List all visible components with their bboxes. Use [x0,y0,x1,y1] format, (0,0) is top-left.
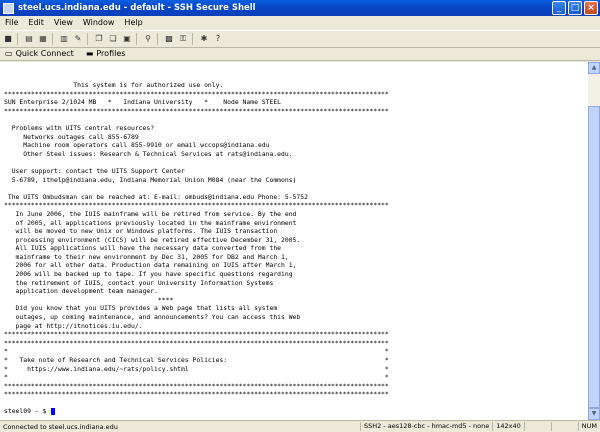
terminal-line: * https://www.indiana.edu/~rats/policy.s… [4,364,389,373]
terminal-line: will be moved to new Unix or Windows pla… [4,227,278,236]
terminal-line: This system is for authorized use only. [4,81,224,89]
help-icon[interactable]: ? [212,33,224,45]
terminal-line: 5-6789, ithelp@indiana.edu, Indiana Memo… [4,175,297,184]
terminal-line: Problems with UITS central resources? [4,123,155,132]
terminal-prompt: steel09 - $ [4,407,51,415]
status-empty-cell [523,422,551,431]
terminal-line: SUN Enterprise 2/1024 MB * Indiana Unive… [4,98,282,107]
print-preview-icon[interactable]: ▦ [37,33,49,45]
terminal-line: processing environment (CICS) will be re… [4,235,301,244]
toolbar-separator [52,33,53,45]
terminal-line: 2006 for all other data. Production data… [4,261,297,270]
toolbar-separator [87,33,88,45]
terminal-line: Other Steel issues: Research & Technical… [4,149,293,158]
profiles-button[interactable]: ▬ Profiles [86,49,126,58]
menu-file[interactable]: File [0,18,23,27]
find-next-icon[interactable]: ⚲ [142,33,154,45]
menu-bar: File Edit View Window Help [0,16,600,29]
quick-connect-icon: ▭ [5,49,13,58]
terminal-cursor [51,407,56,415]
maximize-button[interactable]: □ [568,1,582,15]
find-icon[interactable]: ▣ [121,33,133,45]
terminal-line: ****************************************… [4,330,389,339]
settings-icon[interactable]: ▥ [58,33,70,45]
paste-icon[interactable]: ❏ [107,33,119,45]
terminal-line: 2006 will be backed up to tape. If you h… [4,270,293,279]
toolbar: ■ ▤ ▦ ▥ ✎ ❐ ❏ ▣ ⚲ ▩ ⚿ ✱ ? [0,30,600,48]
toolbar-separator [17,33,18,45]
window-controls: _ □ × [552,1,598,15]
status-bar: Connected to steel.ucs.indiana.edu SSH2 … [0,420,600,432]
terminal-area[interactable]: This system is for authorized use only. *… [0,62,588,420]
terminal-line: Did you know that you UITS provides a We… [4,304,278,313]
sftp-icon[interactable]: ▩ [163,33,175,45]
close-button[interactable]: × [584,1,598,15]
menu-view[interactable]: View [49,18,78,27]
print-icon[interactable]: ▤ [23,33,35,45]
title-bar[interactable]: steel.ucs.indiana.edu - default - SSH Se… [0,0,600,16]
terminal-line: * Take note of Research and Technical Se… [4,356,389,364]
settings-profile-icon[interactable]: ✱ [198,33,210,45]
terminal-line: ****************************************… [4,201,389,210]
scroll-thumb[interactable] [588,106,600,408]
scroll-down-arrow-icon[interactable]: ▼ [588,408,600,420]
status-empty-cell [550,422,578,431]
terminal-line: * * [4,347,389,356]
keys-icon[interactable]: ⚿ [177,33,189,45]
terminal-line: ****************************************… [4,390,389,399]
toolbar-separator [157,33,158,45]
quick-connect-button[interactable]: ▭ Quick Connect [5,49,74,58]
terminal-output: This system is for authorized use only. *… [0,62,588,399]
app-icon [3,2,14,14]
copy-icon[interactable]: ❐ [93,33,105,45]
vertical-scrollbar[interactable]: ▲ ▼ [588,62,600,420]
terminal-line: User support: contact the UITS Support C… [4,166,185,175]
scroll-up-arrow-icon[interactable]: ▲ [588,62,600,74]
status-message: Connected to steel.ucs.indiana.edu [3,422,118,431]
terminal-prompt-line[interactable]: steel09 - $ [4,407,56,415]
terminal-line: **** [4,295,174,304]
profiles-label: Profiles [96,49,126,58]
terminal-line: * * [4,373,389,382]
toolbar-separator [136,33,137,45]
terminal-line: outages, up coming maintenance, and anno… [4,313,301,322]
window-title: steel.ucs.indiana.edu - default - SSH Se… [18,3,256,13]
terminal-line: of 2005, all applications previously loc… [4,218,297,227]
terminal-line: Networks outages call 855-6789 [4,132,139,141]
toolbar-separator [192,33,193,45]
terminal-line: ****************************************… [4,106,389,115]
status-num: NUM [577,422,600,431]
menu-edit[interactable]: Edit [23,18,49,27]
status-terminal-size: 142x40 [492,422,524,431]
terminal-line: mainframe to their new environment by De… [4,252,289,261]
terminal-line: All IUIS applications will have the nece… [4,244,282,253]
terminal-line: The UITS Ombudsman can be reached at: E-… [4,192,308,201]
quick-connect-label: Quick Connect [15,49,74,58]
terminal-line: ****************************************… [4,381,389,390]
disconnect-icon[interactable]: ✎ [72,33,84,45]
terminal-line: In June 2006, the IUIS mainframe will be… [4,209,297,218]
link-bar: ▭ Quick Connect ▬ Profiles [0,47,600,61]
minimize-button[interactable]: _ [552,1,566,15]
terminal-line: page at http://itnotices.iu.edu/. [4,321,143,330]
terminal-line: ****************************************… [4,89,389,98]
menu-window[interactable]: Window [78,18,120,27]
terminal-line: ****************************************… [4,338,389,347]
status-cipher: SSH2 - aes128-cbc - hmac-md5 - none [359,422,492,431]
menu-help[interactable]: Help [119,18,147,27]
terminal-line: Machine room operators call 855-9910 or … [4,141,270,150]
terminal-line: application development team manager. [4,287,158,296]
terminal-line: the retirement of IUIS, contact your Uni… [4,278,274,287]
save-icon[interactable]: ■ [2,33,14,45]
folder-icon: ▬ [85,49,94,58]
